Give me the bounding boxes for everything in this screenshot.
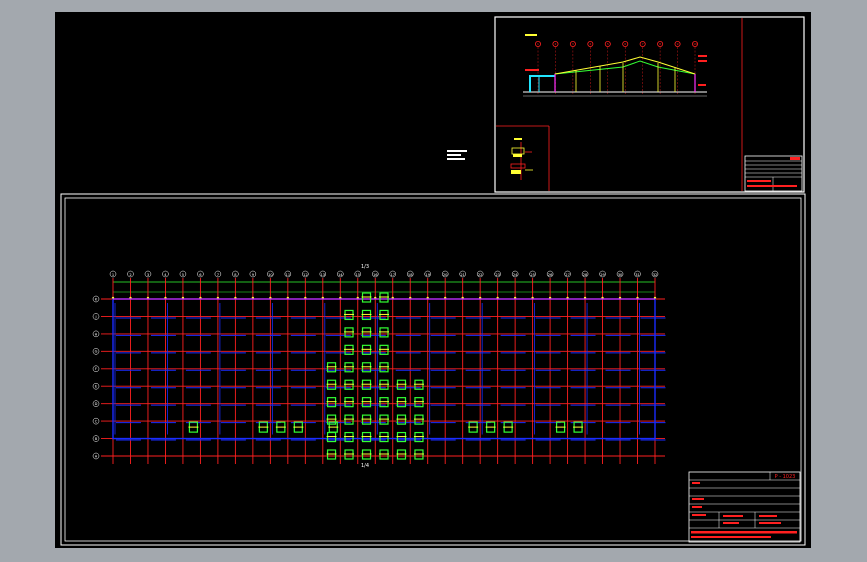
grid-label-col-25: 25 — [530, 273, 535, 277]
grid-label-col-7: 7 — [217, 273, 219, 277]
elevation-axis-label: 10 — [693, 42, 697, 46]
grid-label-col-8: 8 — [234, 273, 237, 277]
grid-label-col-21: 21 — [460, 273, 465, 277]
grid-label-col-26: 26 — [548, 273, 553, 277]
grid-label-row-C: C — [95, 420, 98, 424]
grid-label-col-27: 27 — [565, 273, 570, 277]
elevation-title-block — [744, 155, 803, 192]
grid-column-bubbles: 1 2 3 4 5 6 7 8 9 10 11 12 13 14 15 16 17 18 19 20 21 22 23 24 2… — [109, 270, 659, 300]
elevation-sheet-border — [494, 16, 805, 193]
grid-label-col-4: 4 — [164, 273, 167, 277]
grid-label-col-6: 6 — [199, 273, 202, 277]
grid-label-col-24: 24 — [513, 273, 518, 277]
elevation-sheet[interactable]: 1 2 3 4 5 6 7 8 9 10 — [494, 16, 805, 193]
grid-label-col-3: 3 — [147, 273, 149, 277]
elevation-axis-label: 8 — [659, 42, 661, 46]
grid-label-col-13: 13 — [321, 273, 326, 277]
grid-row-bubbles: K J H G F E D C B A — [92, 295, 100, 460]
elevation-axis-label: 5 — [607, 42, 609, 46]
grid-label-col-23: 23 — [495, 273, 500, 277]
elevation-axis-label: 6 — [624, 42, 626, 46]
plan-title-block[interactable]: P - 1023 — [688, 471, 801, 543]
grid-label-col-2: 2 — [129, 273, 131, 277]
plan-sheet-outer-border — [60, 193, 806, 546]
grid-label-col-15: 15 — [355, 273, 360, 277]
grid-label-col-22: 22 — [478, 273, 483, 277]
grid-label-col-20: 20 — [443, 273, 448, 277]
cad-drawing[interactable]: 1 2 3 4 5 6 7 8 9 10 1/3 1/4 1 2 3 4 5 6… — [55, 12, 811, 548]
grid-label-col-12: 12 — [303, 273, 308, 277]
grid-label-row-F: F — [95, 367, 97, 371]
grid-label-col-29: 29 — [600, 273, 605, 277]
grid-label-col-14: 14 — [338, 273, 343, 277]
bottom-dimension-label: 1/4 — [361, 463, 369, 469]
grid-label-col-17: 17 — [390, 273, 395, 277]
grid-label-col-30: 30 — [618, 273, 623, 277]
elevation-axis-label: 4 — [589, 42, 591, 46]
grid-label-row-K: K — [95, 297, 98, 301]
top-dimension-label: 1/3 — [361, 264, 369, 270]
grid-label-col-19: 19 — [425, 273, 430, 277]
grid-label-row-G: G — [95, 350, 98, 354]
grid-label-row-D: D — [95, 402, 98, 406]
grid-label-col-31: 31 — [635, 273, 640, 277]
elevation-outline — [523, 34, 707, 97]
grid-label-row-H: H — [95, 332, 98, 336]
cad-model-space[interactable]: 1 2 3 4 5 6 7 8 9 10 1/3 1/4 1 2 3 4 5 6… — [55, 12, 811, 548]
grid-label-col-9: 9 — [252, 273, 255, 277]
grid-label-col-1: 1 — [112, 273, 114, 277]
grid-label-col-11: 11 — [286, 273, 291, 277]
legend-note — [447, 150, 467, 160]
elevation-axis-label: 3 — [572, 42, 574, 46]
grid-label-row-A: A — [95, 454, 98, 458]
dimension-chain-top — [113, 281, 655, 293]
beam-lines — [112, 298, 666, 441]
elevation-axis-label: 7 — [642, 42, 644, 46]
grid-label-col-28: 28 — [583, 273, 588, 277]
grid-label-row-B: B — [95, 437, 98, 441]
grid-label-row-E: E — [95, 385, 98, 389]
grid-label-row-J: J — [94, 315, 96, 319]
plan-sheet[interactable]: 1/3 1/4 1 2 3 4 5 6 7 8 9 10 11 12 13 14 15 16 17 18 19 20 2… — [60, 193, 806, 546]
plan-sheet-inner-border — [64, 197, 802, 542]
elevation-axis-label: 9 — [677, 42, 679, 46]
elevation-axis-label: 1 — [537, 42, 539, 46]
grid-label-col-18: 18 — [408, 273, 413, 277]
grid-label-col-5: 5 — [182, 273, 184, 277]
drawing-number: P - 1023 — [775, 474, 796, 480]
grid-label-col-32: 32 — [653, 273, 658, 277]
detail-inset — [496, 125, 550, 191]
elevation-axis-label: 2 — [554, 42, 556, 46]
grid-label-col-16: 16 — [373, 273, 378, 277]
grid-label-col-10: 10 — [268, 273, 273, 277]
